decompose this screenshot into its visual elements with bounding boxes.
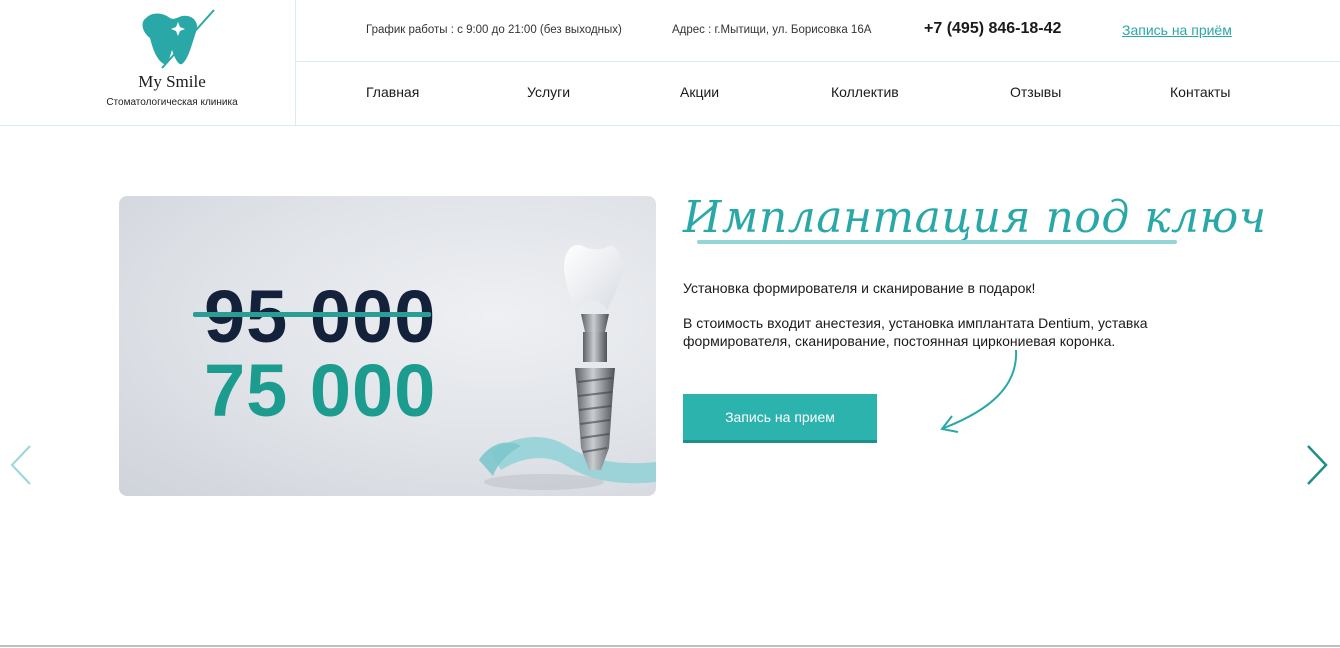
nav-item-contacts[interactable]: Контакты xyxy=(1170,84,1230,100)
page-divider xyxy=(0,645,1340,647)
hero-title: Имплантация под ключ xyxy=(683,192,1267,243)
nav-item-services[interactable]: Услуги xyxy=(527,84,570,100)
price-strikethrough xyxy=(193,312,431,317)
dental-implant-illustration xyxy=(479,244,656,490)
main-nav: Главная Услуги Акции Коллектив Отзывы Ко… xyxy=(296,62,1340,126)
phone-number[interactable]: +7 (495) 846-18-42 xyxy=(924,20,1061,38)
site-header: My Smile Стоматологическая клиника Графи… xyxy=(0,0,1340,126)
work-schedule: График работы : с 9:00 до 21:00 (без вых… xyxy=(366,24,622,36)
curved-arrow-icon xyxy=(940,349,1018,433)
book-appointment-button[interactable]: Запись на прием xyxy=(683,394,877,443)
nav-item-team[interactable]: Коллектив xyxy=(831,84,899,100)
promo-image: 95 000 75 000 xyxy=(119,196,656,496)
hero-lead: Установка формирователя и сканирование в… xyxy=(683,280,1036,296)
tooth-logo-icon xyxy=(142,9,215,69)
chevron-left-icon[interactable] xyxy=(6,444,36,486)
clinic-address: Адрес : г.Мытищи, ул. Борисовка 16А xyxy=(672,24,872,36)
logo[interactable]: My Smile Стоматологическая клиника xyxy=(0,0,296,126)
nav-item-home[interactable]: Главная xyxy=(366,84,419,100)
chevron-right-icon[interactable] xyxy=(1302,444,1332,486)
new-price: 75 000 xyxy=(204,349,437,432)
nav-item-promotions[interactable]: Акции xyxy=(680,84,719,100)
hero-description: В стоимость входит анестезия, установка … xyxy=(683,315,1148,349)
brand-name: My Smile xyxy=(138,72,206,91)
brand-subtitle: Стоматологическая клиника xyxy=(106,97,238,108)
nav-item-reviews[interactable]: Отзывы xyxy=(1010,84,1061,100)
appointment-link[interactable]: Запись на приём xyxy=(1122,22,1232,38)
top-info-bar: График работы : с 9:00 до 21:00 (без вых… xyxy=(296,0,1340,62)
title-underline xyxy=(697,240,1177,244)
